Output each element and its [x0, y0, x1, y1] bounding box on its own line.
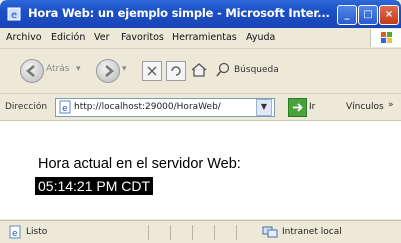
menu-favoritos[interactable]: Favoritos [121, 32, 164, 43]
page-heading: Hora actual en el servidor Web: [38, 156, 241, 172]
page-content: Hora actual en el servidor Web: 05:14:21… [0, 121, 401, 219]
menu-archivo[interactable]: Archivo [6, 32, 42, 43]
home-button[interactable] [190, 61, 208, 79]
status-bar: e Listo Intranet local [0, 220, 401, 243]
back-button[interactable] [20, 59, 44, 83]
close-button[interactable]: × [379, 5, 399, 25]
stop-button[interactable] [142, 61, 162, 81]
status-divider [192, 225, 193, 240]
search-icon [216, 62, 230, 77]
menu-herramientas[interactable]: Herramientas [172, 32, 237, 43]
menu-bar: Archivo Edición Ver Favoritos Herramient… [0, 28, 401, 49]
links-chevron-icon[interactable]: » [388, 100, 394, 110]
home-icon [191, 63, 207, 77]
page-icon: e [59, 100, 71, 114]
svg-text:e: e [12, 229, 18, 239]
windows-logo [370, 29, 401, 47]
go-button[interactable] [288, 98, 307, 117]
refresh-icon [171, 66, 181, 76]
links-label[interactable]: Vínculos [346, 102, 384, 112]
search-label[interactable]: Búsqueda [234, 65, 279, 75]
search-button[interactable] [214, 61, 232, 79]
menu-edicion[interactable]: Edición [51, 32, 85, 43]
ie-icon: e [7, 7, 21, 21]
address-label: Dirección [5, 102, 48, 112]
status-text: Listo [26, 227, 48, 237]
go-label[interactable]: Ir [309, 102, 315, 112]
go-arrow-icon [293, 103, 303, 112]
intranet-zone-icon [262, 226, 278, 238]
status-divider [148, 225, 149, 240]
stop-icon [147, 66, 157, 76]
window-title: Hora Web: un ejemplo simple - Microsoft … [28, 6, 330, 20]
status-divider [214, 225, 215, 240]
menu-ayuda[interactable]: Ayuda [246, 32, 275, 43]
address-dropdown-icon[interactable]: ▼ [256, 99, 272, 116]
svg-text:e: e [62, 104, 68, 114]
page-status-icon: e [9, 225, 21, 239]
server-time: 05:14:21 PM CDT [35, 177, 154, 195]
minimize-button[interactable]: _ [337, 5, 357, 25]
browser-window: e Hora Web: un ejemplo simple - Microsof… [0, 0, 401, 243]
toolbar: Atrás ▾ ▾ Búsqueda [0, 49, 401, 94]
refresh-button[interactable] [166, 61, 186, 81]
back-label: Atrás [46, 64, 70, 74]
forward-dropdown-icon[interactable]: ▾ [122, 64, 127, 74]
back-arrow-icon [26, 65, 35, 77]
forward-button[interactable] [96, 59, 120, 83]
status-divider [236, 225, 237, 240]
windows-flag-icon [381, 32, 392, 43]
status-divider [170, 225, 171, 240]
maximize-button[interactable]: □ [358, 5, 378, 25]
address-input[interactable]: e http://localhost:29000/HoraWeb/ ▼ [55, 98, 275, 117]
svg-text:e: e [11, 10, 17, 21]
menu-ver[interactable]: Ver [94, 32, 110, 43]
title-bar[interactable]: e Hora Web: un ejemplo simple - Microsof… [0, 0, 401, 28]
address-url: http://localhost:29000/HoraWeb/ [74, 102, 221, 112]
forward-arrow-icon [105, 65, 114, 77]
address-bar: Dirección e http://localhost:29000/HoraW… [0, 94, 401, 121]
security-zone-text: Intranet local [282, 227, 342, 237]
back-dropdown-icon[interactable]: ▾ [76, 64, 81, 74]
